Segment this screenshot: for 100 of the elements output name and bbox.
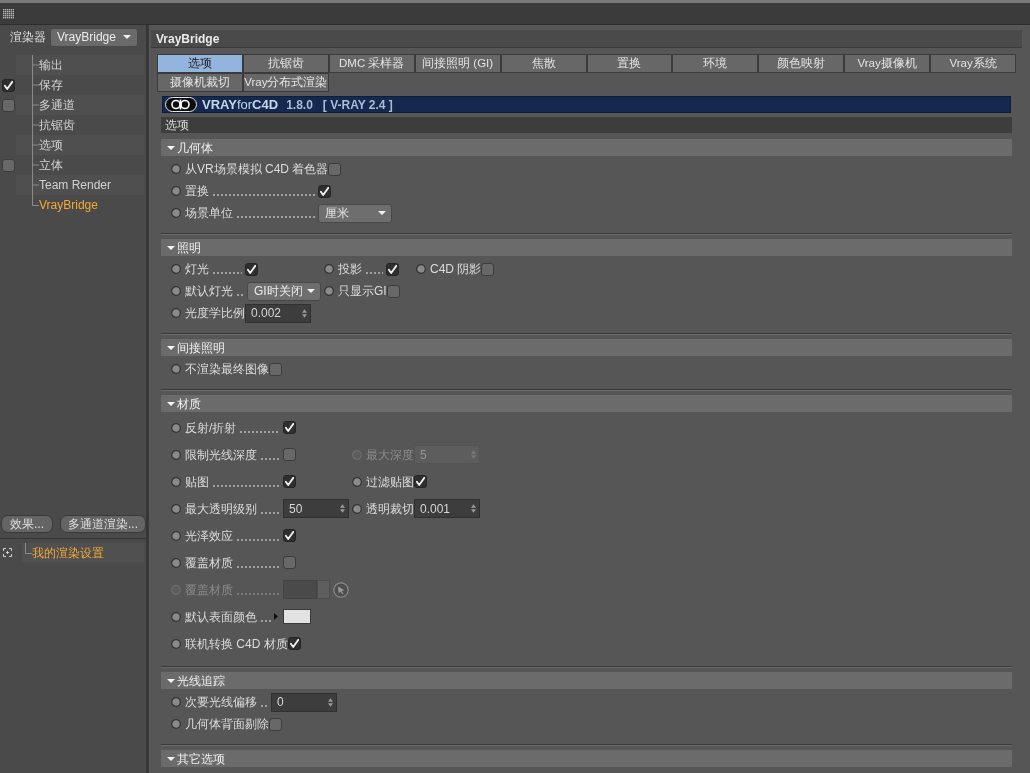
spinner-arrows-icon[interactable]: [328, 697, 333, 707]
parameter-label: 透明裁切: [366, 502, 414, 515]
keyframe-dot-icon[interactable]: [171, 364, 181, 374]
keyframe-dot-icon[interactable]: [171, 611, 181, 622]
checkbox[interactable]: [328, 162, 342, 176]
parameter-label: 投影: [338, 263, 362, 275]
keyframe-dot-icon[interactable]: [171, 208, 181, 218]
checkbox[interactable]: [2, 78, 15, 92]
keyframe-dot-icon[interactable]: [171, 503, 181, 514]
tab[interactable]: 环境: [672, 54, 759, 73]
expand-triangle-icon[interactable]: [274, 613, 278, 620]
number-field[interactable]: 0.002: [245, 303, 311, 323]
keyframe-dot-icon[interactable]: [171, 557, 181, 568]
keyframe-dot-icon[interactable]: [171, 286, 181, 296]
checkbox[interactable]: [283, 529, 296, 542]
number-field[interactable]: 0.001: [414, 499, 480, 518]
tab[interactable]: 抗锯齿: [242, 54, 329, 73]
section-header[interactable]: 间接照明: [161, 339, 1012, 356]
checkbox[interactable]: [283, 448, 296, 461]
checkmark-icon: [247, 264, 256, 274]
checkbox[interactable]: [386, 262, 399, 276]
keyframe-dot-icon[interactable]: [352, 503, 362, 514]
checkbox[interactable]: [245, 262, 258, 276]
section-header[interactable]: 照明: [161, 239, 1012, 256]
grip-icon[interactable]: [3, 8, 14, 19]
tree-item[interactable]: 抗锯齿: [16, 115, 144, 135]
tab[interactable]: 置换: [586, 54, 673, 73]
bracket-plus-icon[interactable]: [3, 548, 12, 557]
section-header[interactable]: 光线追踪: [161, 672, 1012, 689]
dialog-button[interactable]: 多通道渲染...: [60, 515, 146, 533]
parameter-label: 最大透明级别: [185, 502, 257, 515]
number-field[interactable]: 50: [283, 499, 349, 518]
section-header[interactable]: 几何体: [161, 139, 1012, 156]
checkbox[interactable]: [283, 421, 296, 434]
tree-item[interactable]: 选项: [16, 135, 144, 155]
checkbox[interactable]: [481, 262, 495, 276]
color-swatch[interactable]: [283, 609, 311, 624]
tree-item[interactable]: 输出: [16, 55, 144, 75]
tab[interactable]: Vray摄像机: [844, 54, 931, 73]
checkbox[interactable]: [287, 637, 301, 650]
tree-item[interactable]: Team Render: [16, 175, 144, 195]
parameter-label: 灯光: [185, 263, 209, 275]
tab[interactable]: Vray分布式渲染: [242, 73, 329, 92]
spinner-arrows-icon[interactable]: [340, 504, 345, 513]
keyframe-dot-icon[interactable]: [171, 719, 181, 729]
caret-down-icon: [307, 289, 315, 293]
keyframe-dot-icon[interactable]: [171, 422, 181, 433]
tree-item[interactable]: 多通道: [16, 95, 144, 115]
dropdown[interactable]: 厘米: [318, 203, 392, 223]
tab[interactable]: 间接照明 (GI): [414, 54, 501, 73]
checkbox[interactable]: [269, 717, 282, 731]
keyframe-dot-icon[interactable]: [171, 186, 181, 196]
parameter-label: 贴图: [185, 475, 209, 488]
tab[interactable]: 焦散: [500, 54, 587, 73]
spinner-arrows-icon[interactable]: [471, 504, 476, 513]
checkbox[interactable]: [269, 362, 282, 376]
tab[interactable]: 摄像机裁切: [157, 73, 243, 92]
section-header[interactable]: 材质: [161, 395, 1012, 412]
tree-item[interactable]: 立体: [16, 155, 144, 175]
keyframe-dot-icon[interactable]: [171, 530, 181, 541]
checkbox[interactable]: [283, 556, 296, 569]
checkbox[interactable]: [2, 98, 15, 112]
tab[interactable]: 选项: [157, 54, 243, 73]
keyframe-dot-icon[interactable]: [171, 476, 181, 487]
parameter-label: 默认表面颜色: [185, 610, 257, 623]
tab[interactable]: Vray系统: [930, 54, 1016, 73]
renderer-dropdown[interactable]: VrayBridge: [50, 27, 138, 47]
dialog-button[interactable]: 效果...: [1, 515, 53, 533]
parameter-label: 几何体背面剔除: [185, 718, 269, 730]
dropdown[interactable]: GI时关闭: [247, 281, 321, 301]
tree-item[interactable]: VrayBridge: [16, 195, 144, 215]
keyframe-dot-icon[interactable]: [171, 697, 181, 707]
caret-down-icon: [167, 245, 175, 250]
keyframe-dot-icon[interactable]: [324, 264, 334, 274]
section-header[interactable]: 其它选项: [161, 750, 1012, 767]
checkbox[interactable]: [283, 475, 296, 488]
keyframe-dot-icon[interactable]: [352, 476, 362, 487]
spinner-arrows-icon[interactable]: [302, 308, 307, 318]
tab[interactable]: 颜色映射: [758, 54, 845, 73]
keyframe-dot-icon[interactable]: [324, 286, 334, 296]
parameter-label: 反射/折射: [185, 421, 237, 434]
tree-item[interactable]: 我的渲染设置: [22, 543, 144, 562]
keyframe-dot-icon[interactable]: [416, 264, 426, 274]
checkbox[interactable]: [318, 184, 331, 198]
caret-down-icon: [167, 756, 175, 761]
parameter-label: 覆盖材质: [185, 556, 233, 569]
tree-item[interactable]: 保存: [16, 75, 144, 95]
number-field[interactable]: 0: [271, 692, 337, 712]
checkbox[interactable]: [414, 475, 427, 488]
keyframe-dot-icon[interactable]: [171, 164, 181, 174]
keyframe-dot-icon[interactable]: [171, 264, 181, 274]
checkbox[interactable]: [386, 284, 400, 298]
caret-down-icon: [167, 401, 175, 406]
checkbox[interactable]: [2, 158, 15, 172]
keyframe-dot-icon[interactable]: [171, 638, 181, 649]
material-slot-field[interactable]: [283, 580, 317, 599]
keyframe-dot-icon[interactable]: [171, 449, 181, 460]
keyframe-dot-icon[interactable]: [171, 308, 181, 318]
tab[interactable]: DMC 采样器: [328, 54, 415, 73]
checkmark-icon: [285, 477, 294, 486]
